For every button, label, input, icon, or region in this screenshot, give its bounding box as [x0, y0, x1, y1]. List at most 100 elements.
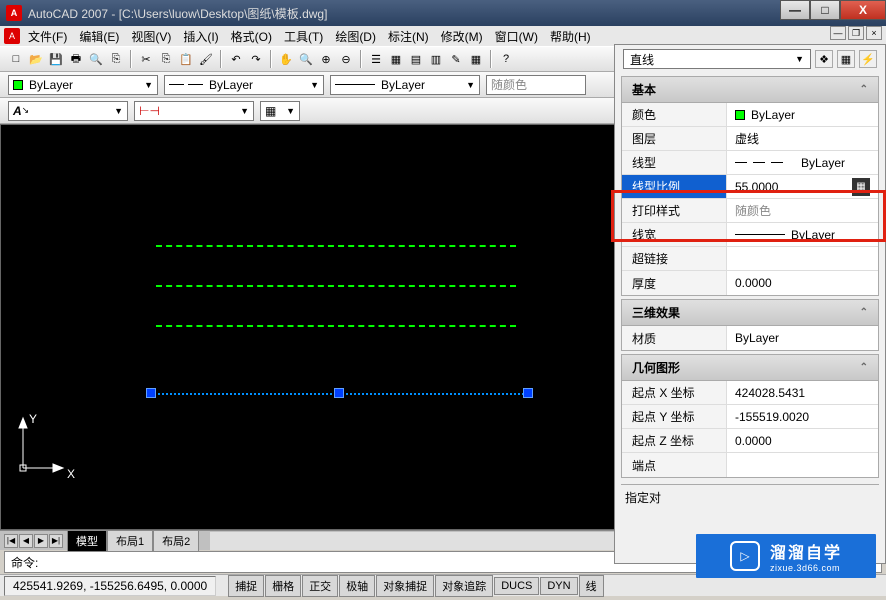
grip-end[interactable] [523, 388, 533, 398]
toggle-dyn[interactable]: DYN [540, 577, 577, 595]
maximize-button[interactable]: □ [810, 0, 840, 20]
toggle-pickadd-icon[interactable]: ❖ [815, 50, 833, 68]
textstyle-combo[interactable]: A↘ ▼ [8, 101, 128, 121]
menu-tools[interactable]: 工具(T) [280, 26, 327, 47]
menu-view[interactable]: 视图(V) [127, 26, 175, 47]
plotstyle-combo[interactable]: 随颜色 [486, 75, 586, 95]
dimstyle-combo[interactable]: ⊢⊣ ▼ [134, 101, 254, 121]
prop-row-color[interactable]: 颜色 ByLayer [622, 103, 878, 127]
object-type-combo[interactable]: 直线 ▼ [623, 49, 811, 69]
markup-icon[interactable]: ✎ [448, 51, 464, 67]
menu-file[interactable]: 文件(F) [24, 26, 71, 47]
menu-help[interactable]: 帮助(H) [546, 26, 595, 47]
matchprop-icon[interactable]: 🖌 [198, 51, 214, 67]
prop-row-thickness[interactable]: 厚度 0.0000 [622, 271, 878, 295]
zoom-previous-icon[interactable]: ⊖ [338, 51, 354, 67]
calculator-icon[interactable]: ▦ [852, 178, 870, 196]
mdi-minimize[interactable]: — [830, 26, 846, 40]
menu-modify[interactable]: 修改(M) [437, 26, 487, 47]
tab-model[interactable]: 模型 [67, 530, 107, 551]
quick-select-icon[interactable]: ⚡ [859, 50, 877, 68]
linetype-combo[interactable]: ByLayer ▼ [164, 75, 324, 95]
prop-label: 颜色 [622, 103, 727, 126]
prop-row-endpoint[interactable]: 端点 [622, 453, 878, 477]
grip-mid[interactable] [334, 388, 344, 398]
toggle-otrack[interactable]: 对象追踪 [435, 575, 493, 597]
preview-icon[interactable]: 🔍 [88, 51, 104, 67]
calc-icon[interactable]: ▦ [468, 51, 484, 67]
tablestyle-icon: ▦ [265, 104, 276, 118]
titlebar: A AutoCAD 2007 - [C:\Users\luow\Desktop\… [0, 0, 886, 26]
dashed-line [156, 325, 516, 327]
section-basic-header[interactable]: 基本 ⌃ [621, 76, 879, 103]
plot-icon[interactable]: 🖶 [68, 51, 84, 67]
publish-icon[interactable]: ⎘ [108, 51, 124, 67]
sheetset-icon[interactable]: ▥ [428, 51, 444, 67]
toggle-snap[interactable]: 捕捉 [228, 575, 264, 597]
zoom-realtime-icon[interactable]: 🔍 [298, 51, 314, 67]
tab-layout2[interactable]: 布局2 [153, 530, 199, 551]
prop-row-startz[interactable]: 起点 Z 坐标 0.0000 [622, 429, 878, 453]
coordinates-display[interactable]: 425541.9269, -155256.6495, 0.0000 [4, 576, 216, 596]
pan-icon[interactable]: ✋ [278, 51, 294, 67]
prop-row-starty[interactable]: 起点 Y 坐标 -155519.0020 [622, 405, 878, 429]
lineweight-combo[interactable]: ByLayer ▼ [330, 75, 480, 95]
props-footer-text: 指定对 [625, 491, 661, 505]
toggle-grid[interactable]: 栅格 [265, 575, 301, 597]
props-selector-row: 直线 ▼ ❖ ▦ ⚡ [615, 45, 885, 73]
save-icon[interactable]: 💾 [48, 51, 64, 67]
zoom-window-icon[interactable]: ⊕ [318, 51, 334, 67]
menu-insert[interactable]: 插入(I) [179, 26, 222, 47]
mdi-restore[interactable]: ❐ [848, 26, 864, 40]
prop-row-linetype[interactable]: 线型 ByLayer [622, 151, 878, 175]
menu-dimension[interactable]: 标注(N) [384, 26, 433, 47]
copy-icon[interactable]: ⎘ [158, 51, 174, 67]
toggle-ducs[interactable]: DUCS [494, 577, 539, 595]
minimize-button[interactable]: — [780, 0, 810, 20]
prop-row-plotstyle[interactable]: 打印样式 随颜色 [622, 199, 878, 223]
menu-format[interactable]: 格式(O) [227, 26, 276, 47]
toolpalettes-icon[interactable]: ▤ [408, 51, 424, 67]
menu-edit[interactable]: 编辑(E) [75, 26, 123, 47]
section-basic-title: 基本 [632, 81, 656, 98]
mdi-close[interactable]: × [866, 26, 882, 40]
toggle-polar[interactable]: 极轴 [339, 575, 375, 597]
close-button[interactable]: X [840, 0, 886, 20]
menu-window[interactable]: 窗口(W) [491, 26, 542, 47]
tab-layout1[interactable]: 布局1 [107, 530, 153, 551]
paste-icon[interactable]: 📋 [178, 51, 194, 67]
dashed-line [156, 245, 516, 247]
prop-label: 超链接 [622, 247, 727, 270]
prop-row-layer[interactable]: 图层 虚线 [622, 127, 878, 151]
open-icon[interactable]: 📂 [28, 51, 44, 67]
grip-start[interactable] [146, 388, 156, 398]
tab-prev-icon[interactable]: ◀ [19, 534, 33, 548]
tab-next-icon[interactable]: ▶ [34, 534, 48, 548]
prop-row-startx[interactable]: 起点 X 坐标 424028.5431 [622, 381, 878, 405]
tab-last-icon[interactable]: ▶| [49, 534, 63, 548]
cut-icon[interactable]: ✂ [138, 51, 154, 67]
new-icon[interactable]: □ [8, 51, 24, 67]
redo-icon[interactable]: ↷ [248, 51, 264, 67]
toggle-lwt[interactable]: 线 [579, 575, 604, 597]
section-3d-header[interactable]: 三维效果 ⌃ [621, 299, 879, 326]
toggle-osnap[interactable]: 对象捕捉 [376, 575, 434, 597]
layer-color-combo[interactable]: ByLayer ▼ [8, 75, 158, 95]
help-icon[interactable]: ? [498, 51, 514, 67]
designcenter-icon[interactable]: ▦ [388, 51, 404, 67]
section-geometry-header[interactable]: 几何图形 ⌃ [621, 354, 879, 381]
tab-first-icon[interactable]: |◀ [4, 534, 18, 548]
prop-row-ltscale[interactable]: 线型比例 55.0000▦ [622, 175, 878, 199]
select-objects-icon[interactable]: ▦ [837, 50, 855, 68]
menu-draw[interactable]: 绘图(D) [331, 26, 380, 47]
tablestyle-combo[interactable]: ▦ ▼ [260, 101, 300, 121]
prop-row-hyperlink[interactable]: 超链接 [622, 247, 878, 271]
dashed-line [156, 285, 516, 287]
prop-row-material[interactable]: 材质 ByLayer [622, 326, 878, 350]
prop-row-lineweight[interactable]: 线宽 ByLayer [622, 223, 878, 247]
watermark-sub: zixue.3d66.com [770, 563, 840, 573]
properties-icon[interactable]: ☰ [368, 51, 384, 67]
watermark-main: 溜溜自学 [770, 539, 842, 563]
toggle-ortho[interactable]: 正交 [302, 575, 338, 597]
undo-icon[interactable]: ↶ [228, 51, 244, 67]
